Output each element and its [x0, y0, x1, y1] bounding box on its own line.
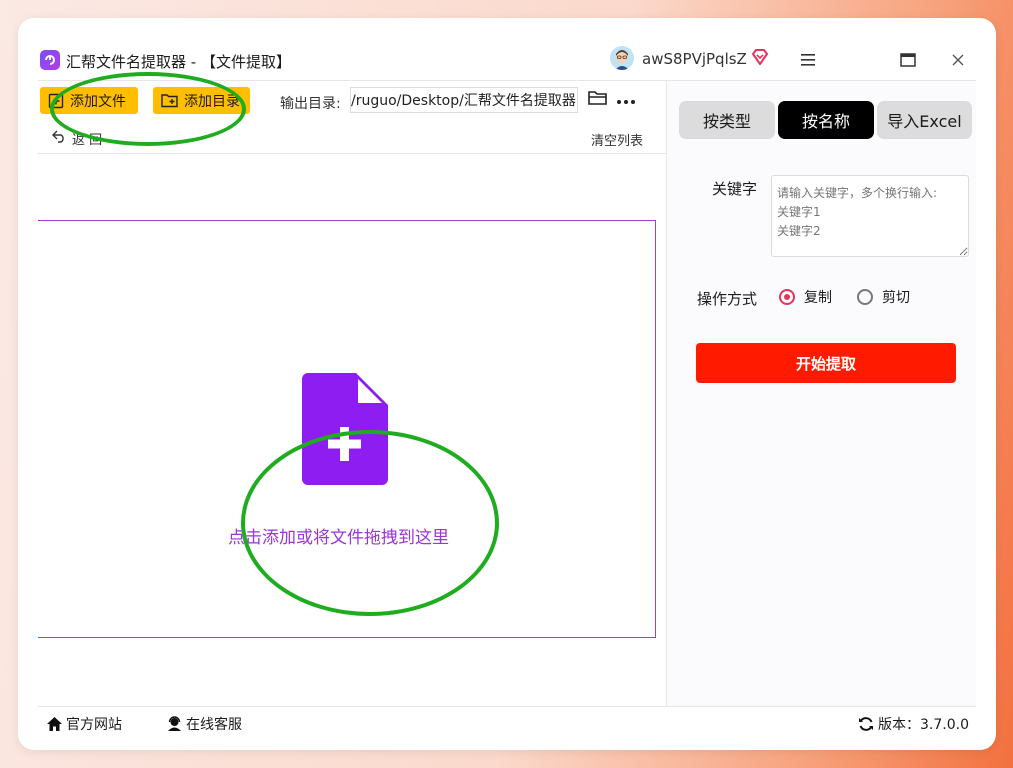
online-support-link[interactable]: 在线客服: [166, 714, 242, 734]
refresh-icon: [859, 717, 873, 731]
add-directory-label: 添加目录: [184, 93, 240, 110]
add-file-icon: [48, 93, 64, 109]
radio-copy-label: 复制: [804, 290, 832, 306]
output-dir-input[interactable]: /ruguo/Desktop/汇帮文件名提取器: [350, 87, 578, 113]
tab-by-name[interactable]: 按名称: [778, 101, 874, 139]
menu-icon[interactable]: [794, 46, 822, 74]
folder-open-icon[interactable]: [588, 90, 608, 110]
official-website-label: 官方网站: [66, 717, 122, 733]
online-support-label: 在线客服: [186, 717, 242, 733]
avatar[interactable]: [610, 46, 634, 70]
add-file-large-icon[interactable]: [300, 371, 390, 491]
add-file-button[interactable]: 添加文件: [40, 87, 138, 114]
radio-copy-dot: [779, 289, 795, 305]
footer-divider: [38, 706, 976, 707]
radio-copy[interactable]: 复制: [779, 287, 832, 307]
output-dir-label: 输出目录:: [280, 96, 341, 112]
add-directory-button[interactable]: 添加目录: [153, 87, 250, 114]
maximize-icon[interactable]: [894, 46, 922, 74]
add-folder-icon: [161, 93, 178, 108]
username[interactable]: awS8PVjPqlsZ: [642, 50, 747, 68]
keyword-label: 关键字: [712, 180, 758, 198]
vip-diamond-icon[interactable]: [751, 48, 769, 70]
radio-cut-label: 剪切: [882, 290, 910, 306]
window-title: 汇帮文件名提取器 - 【文件提取】: [66, 53, 291, 71]
back-arrow-icon: [52, 130, 66, 147]
radio-cut-dot: [857, 289, 873, 305]
app-window: 汇帮文件名提取器 - 【文件提取】 awS8PVjPqlsZ 添加文件 添加目录…: [18, 18, 996, 750]
clear-list-button[interactable]: 清空列表: [591, 130, 643, 149]
back-label: 返 回: [72, 133, 103, 148]
right-panel: 按类型 按名称 导入Excel 关键字 操作方式 复制 剪切 开始提取: [667, 81, 976, 706]
support-agent-icon: [168, 716, 181, 731]
radio-cut[interactable]: 剪切: [857, 287, 910, 307]
title-bar: 汇帮文件名提取器 - 【文件提取】 awS8PVjPqlsZ: [18, 38, 976, 80]
version-label: 版本：3.7.0.0: [878, 717, 969, 733]
tab-by-type[interactable]: 按类型: [679, 101, 775, 139]
drop-hint-text: 点击添加或将文件拖拽到这里: [228, 528, 449, 548]
tab-import-excel[interactable]: 导入Excel: [877, 101, 972, 139]
official-website-link[interactable]: 官方网站: [46, 714, 122, 734]
more-options-icon[interactable]: [616, 90, 636, 109]
operation-label: 操作方式: [697, 290, 758, 308]
toolbar-divider: [38, 153, 666, 154]
back-button[interactable]: 返 回: [52, 129, 102, 148]
home-icon: [47, 717, 62, 731]
start-extract-button[interactable]: 开始提取: [696, 343, 956, 383]
close-icon[interactable]: [944, 46, 972, 74]
version-info[interactable]: 版本：3.7.0.0: [858, 714, 969, 734]
add-file-label: 添加文件: [70, 93, 126, 110]
app-logo-icon: [40, 50, 60, 70]
keyword-input[interactable]: [771, 175, 969, 257]
